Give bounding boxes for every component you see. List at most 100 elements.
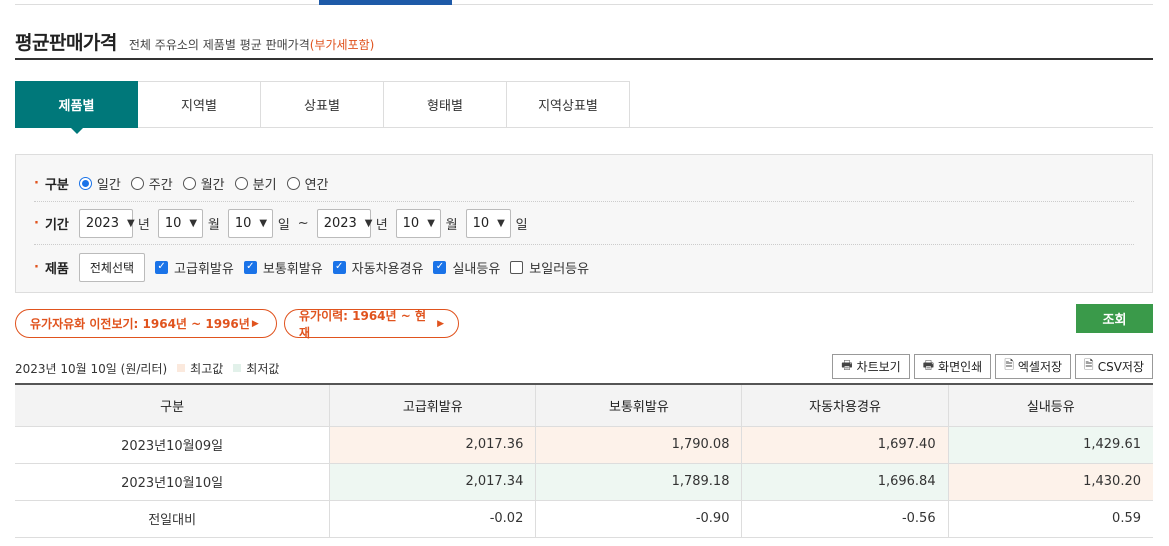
radio-yearly-label: 연간 xyxy=(304,177,329,193)
chevron-down-icon: ▼ xyxy=(497,217,505,229)
end-month-select[interactable]: 10 ▼ xyxy=(395,208,441,238)
csv-save-label: CSV저장 xyxy=(1097,360,1144,374)
bullet-icon: · xyxy=(34,175,39,191)
radio-monthly-label: 월간 xyxy=(200,177,225,193)
legend-min-label: 최저값 xyxy=(246,361,280,376)
row-label: 2023년10월10일 xyxy=(15,462,331,501)
page-subtitle: 전체 주유소의 제품별 평균 판매가격(부가세포함) xyxy=(129,36,374,53)
chevron-down-icon: ▼ xyxy=(364,217,373,229)
table-row: 전일대비 -0.02 -0.90 -0.56 0.59 xyxy=(15,499,1153,538)
radio-daily-circle[interactable] xyxy=(78,176,92,190)
page-title: 평균판매가격 xyxy=(15,32,117,54)
category-tabs: 제품별 지역별 상표별 형태별 지역상표별 xyxy=(15,81,1153,134)
month-unit: 월 xyxy=(445,217,458,233)
csv-save-button[interactable]: 🗎 CSV저장 xyxy=(1075,354,1153,379)
checkbox-empty[interactable] xyxy=(510,260,524,274)
checkbox-regular-gasoline-label: 보통휘발유 xyxy=(262,261,323,277)
period-type-row: · 구분 일간 주간 월간 분기 연간 xyxy=(34,171,1134,195)
end-year-select[interactable]: 2023 ▼ xyxy=(316,208,373,238)
table-cell: -0.90 xyxy=(535,499,743,538)
checkbox-premium-gasoline[interactable]: ✓ 고급휘발유 xyxy=(155,258,234,277)
start-day-value: 10 xyxy=(234,215,252,231)
table-cell: 0.59 xyxy=(947,499,1153,538)
checkbox-regular-gasoline[interactable]: ✓ 보통휘발유 xyxy=(243,258,323,277)
checkbox-kerosene[interactable]: ✓ 실내등유 xyxy=(433,258,500,277)
table-cell: 2,017.34 xyxy=(329,462,537,501)
radio-weekly-circle[interactable] xyxy=(130,176,144,190)
chart-view-label: 차트보기 xyxy=(856,360,901,374)
top-divider xyxy=(15,4,1153,5)
table-cell: -0.56 xyxy=(741,499,949,538)
print-button[interactable]: 🖶 화면인쇄 xyxy=(913,354,992,379)
date-range-row: · 기간 2023 ▼ 년 10 ▼ 월 10 ▼ 일 ~ 2023 ▼ 년 10 ▼ 월 … xyxy=(34,207,1134,239)
checkbox-boiler-kerosene-label: 보일러등유 xyxy=(529,261,590,277)
legend-max-label: 최고값 xyxy=(190,361,224,376)
radio-monthly-circle[interactable] xyxy=(182,176,196,190)
year-unit: 년 xyxy=(375,217,388,233)
file-save-icon: 🗎 xyxy=(1084,358,1094,372)
table-header-row: 구분 고급휘발유 보통휘발유 자동차용경유 실내등유 xyxy=(15,383,1153,427)
radio-monthly[interactable]: 월간 xyxy=(182,174,225,193)
chart-view-button[interactable]: 🖶 차트보기 xyxy=(832,354,910,379)
header-premium-gasoline: 고급휘발유 xyxy=(329,383,537,427)
row-divider xyxy=(34,201,1134,202)
row-label: 2023년10월09일 xyxy=(15,425,331,464)
history-before-link[interactable]: 유가자유화 이전보기: 1964년 ~ 1996년 ▶ xyxy=(15,309,277,338)
arrow-right-icon: ▶ xyxy=(251,318,259,329)
checkbox-boiler-kerosene[interactable]: 보일러등유 xyxy=(510,258,589,277)
start-month-value: 10 xyxy=(164,215,182,231)
start-month-select[interactable]: 10 ▼ xyxy=(157,208,203,238)
price-history-link[interactable]: 유가이력: 1964년 ~ 현재 ▶ xyxy=(284,309,459,340)
radio-daily[interactable]: 일간 xyxy=(78,174,121,193)
search-button[interactable]: 조회 xyxy=(1076,304,1153,333)
start-year-select[interactable]: 2023 ▼ xyxy=(78,208,135,238)
check-icon[interactable]: ✓ xyxy=(155,260,169,274)
date-unit-text: 2023년 10월 10일 (원/리터) xyxy=(15,361,168,376)
checkbox-premium-gasoline-label: 고급휘발유 xyxy=(174,261,234,277)
header-diesel: 자동차용경유 xyxy=(741,383,949,427)
end-day-value: 10 xyxy=(472,215,490,231)
day-unit: 일 xyxy=(515,217,528,233)
end-day-select[interactable]: 10 ▼ xyxy=(465,208,511,238)
date-range-label: · 기간 xyxy=(34,214,69,233)
excel-save-label: 엑셀저장 xyxy=(1017,360,1063,374)
header-regular-gasoline: 보통휘발유 xyxy=(535,383,743,427)
table-meta: 2023년 10월 10일 (원/리터) 최고값 최저값 xyxy=(15,358,279,378)
legend-max-swatch xyxy=(177,364,186,372)
table-cell: 1,789.18 xyxy=(535,462,743,501)
tab-region-brand[interactable]: 지역상표별 xyxy=(507,81,630,128)
day-unit: 일 xyxy=(277,217,290,233)
tab-product[interactable]: 제품별 xyxy=(15,81,138,134)
period-type-label: · 구분 xyxy=(34,174,69,193)
radio-quarterly[interactable]: 분기 xyxy=(234,174,277,193)
table-cell: 1,697.40 xyxy=(741,425,949,464)
radio-yearly-circle[interactable] xyxy=(286,176,300,190)
tab-brand[interactable]: 상표별 xyxy=(261,81,384,128)
filter-panel: · 구분 일간 주간 월간 분기 연간 · 기간 2023 ▼ 년 10 ▼ 월 10 ▼… xyxy=(15,154,1153,293)
product-label: · 제품 xyxy=(34,258,69,277)
select-all-button[interactable]: 전체선택 xyxy=(78,252,146,282)
tab-type[interactable]: 형태별 xyxy=(384,81,507,128)
end-year-value: 2023 xyxy=(323,215,357,231)
check-icon[interactable]: ✓ xyxy=(243,260,257,274)
month-unit: 월 xyxy=(207,217,220,233)
check-icon[interactable]: ✓ xyxy=(332,260,346,274)
radio-quarterly-circle[interactable] xyxy=(234,176,248,190)
period-type-label-text: 구분 xyxy=(44,177,69,193)
legend-min-swatch xyxy=(233,364,242,372)
checkbox-diesel-label: 자동차용경유 xyxy=(351,261,424,277)
excel-save-button[interactable]: 🗎 엑셀저장 xyxy=(995,354,1072,379)
radio-weekly[interactable]: 주간 xyxy=(130,174,173,193)
radio-weekly-label: 주간 xyxy=(148,177,173,193)
chevron-down-icon: ▼ xyxy=(126,217,135,229)
price-table: 구분 고급휘발유 보통휘발유 자동차용경유 실내등유 2023년10월09일 2… xyxy=(15,383,1153,538)
radio-yearly[interactable]: 연간 xyxy=(286,174,329,193)
vat-included-note: (부가세포함) xyxy=(309,38,375,52)
checkbox-diesel[interactable]: ✓ 자동차용경유 xyxy=(332,258,424,277)
row-divider xyxy=(34,244,1134,245)
check-icon[interactable]: ✓ xyxy=(433,260,447,274)
tab-region[interactable]: 지역별 xyxy=(138,81,261,128)
chevron-down-icon: ▼ xyxy=(189,217,198,229)
start-day-select[interactable]: 10 ▼ xyxy=(227,208,273,238)
product-label-text: 제품 xyxy=(44,261,69,277)
